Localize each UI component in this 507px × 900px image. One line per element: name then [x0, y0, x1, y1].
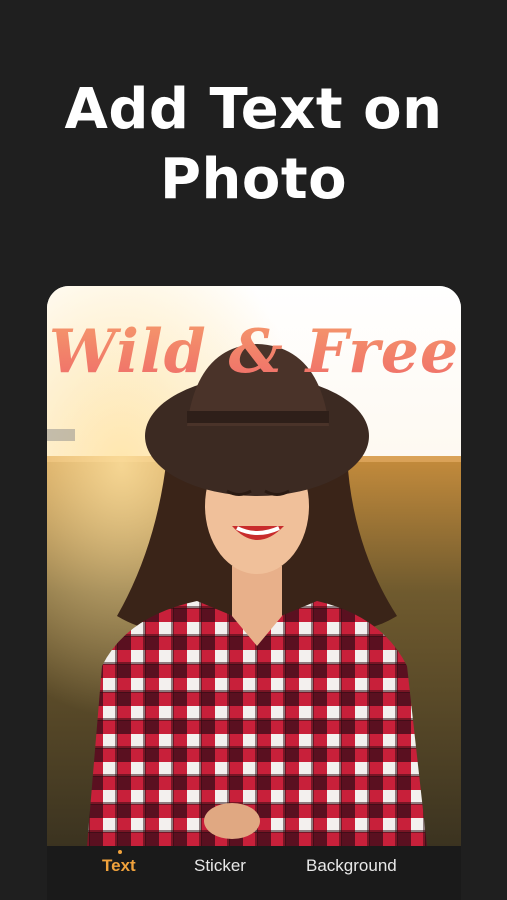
promo-headline: Add Text on Photo: [0, 75, 507, 215]
tab-background[interactable]: Background: [306, 856, 397, 876]
photo-canvas[interactable]: Wild & Free: [47, 286, 461, 846]
editor-tab-bar: Text Sticker Background: [47, 846, 461, 900]
active-tab-indicator: [118, 850, 122, 854]
headline-line-2: Photo: [159, 147, 348, 212]
tab-sticker[interactable]: Sticker: [194, 856, 246, 876]
headline-line-1: Add Text on: [64, 77, 443, 142]
overlay-text[interactable]: Wild & Free: [47, 314, 461, 390]
tab-text[interactable]: Text: [102, 856, 136, 876]
